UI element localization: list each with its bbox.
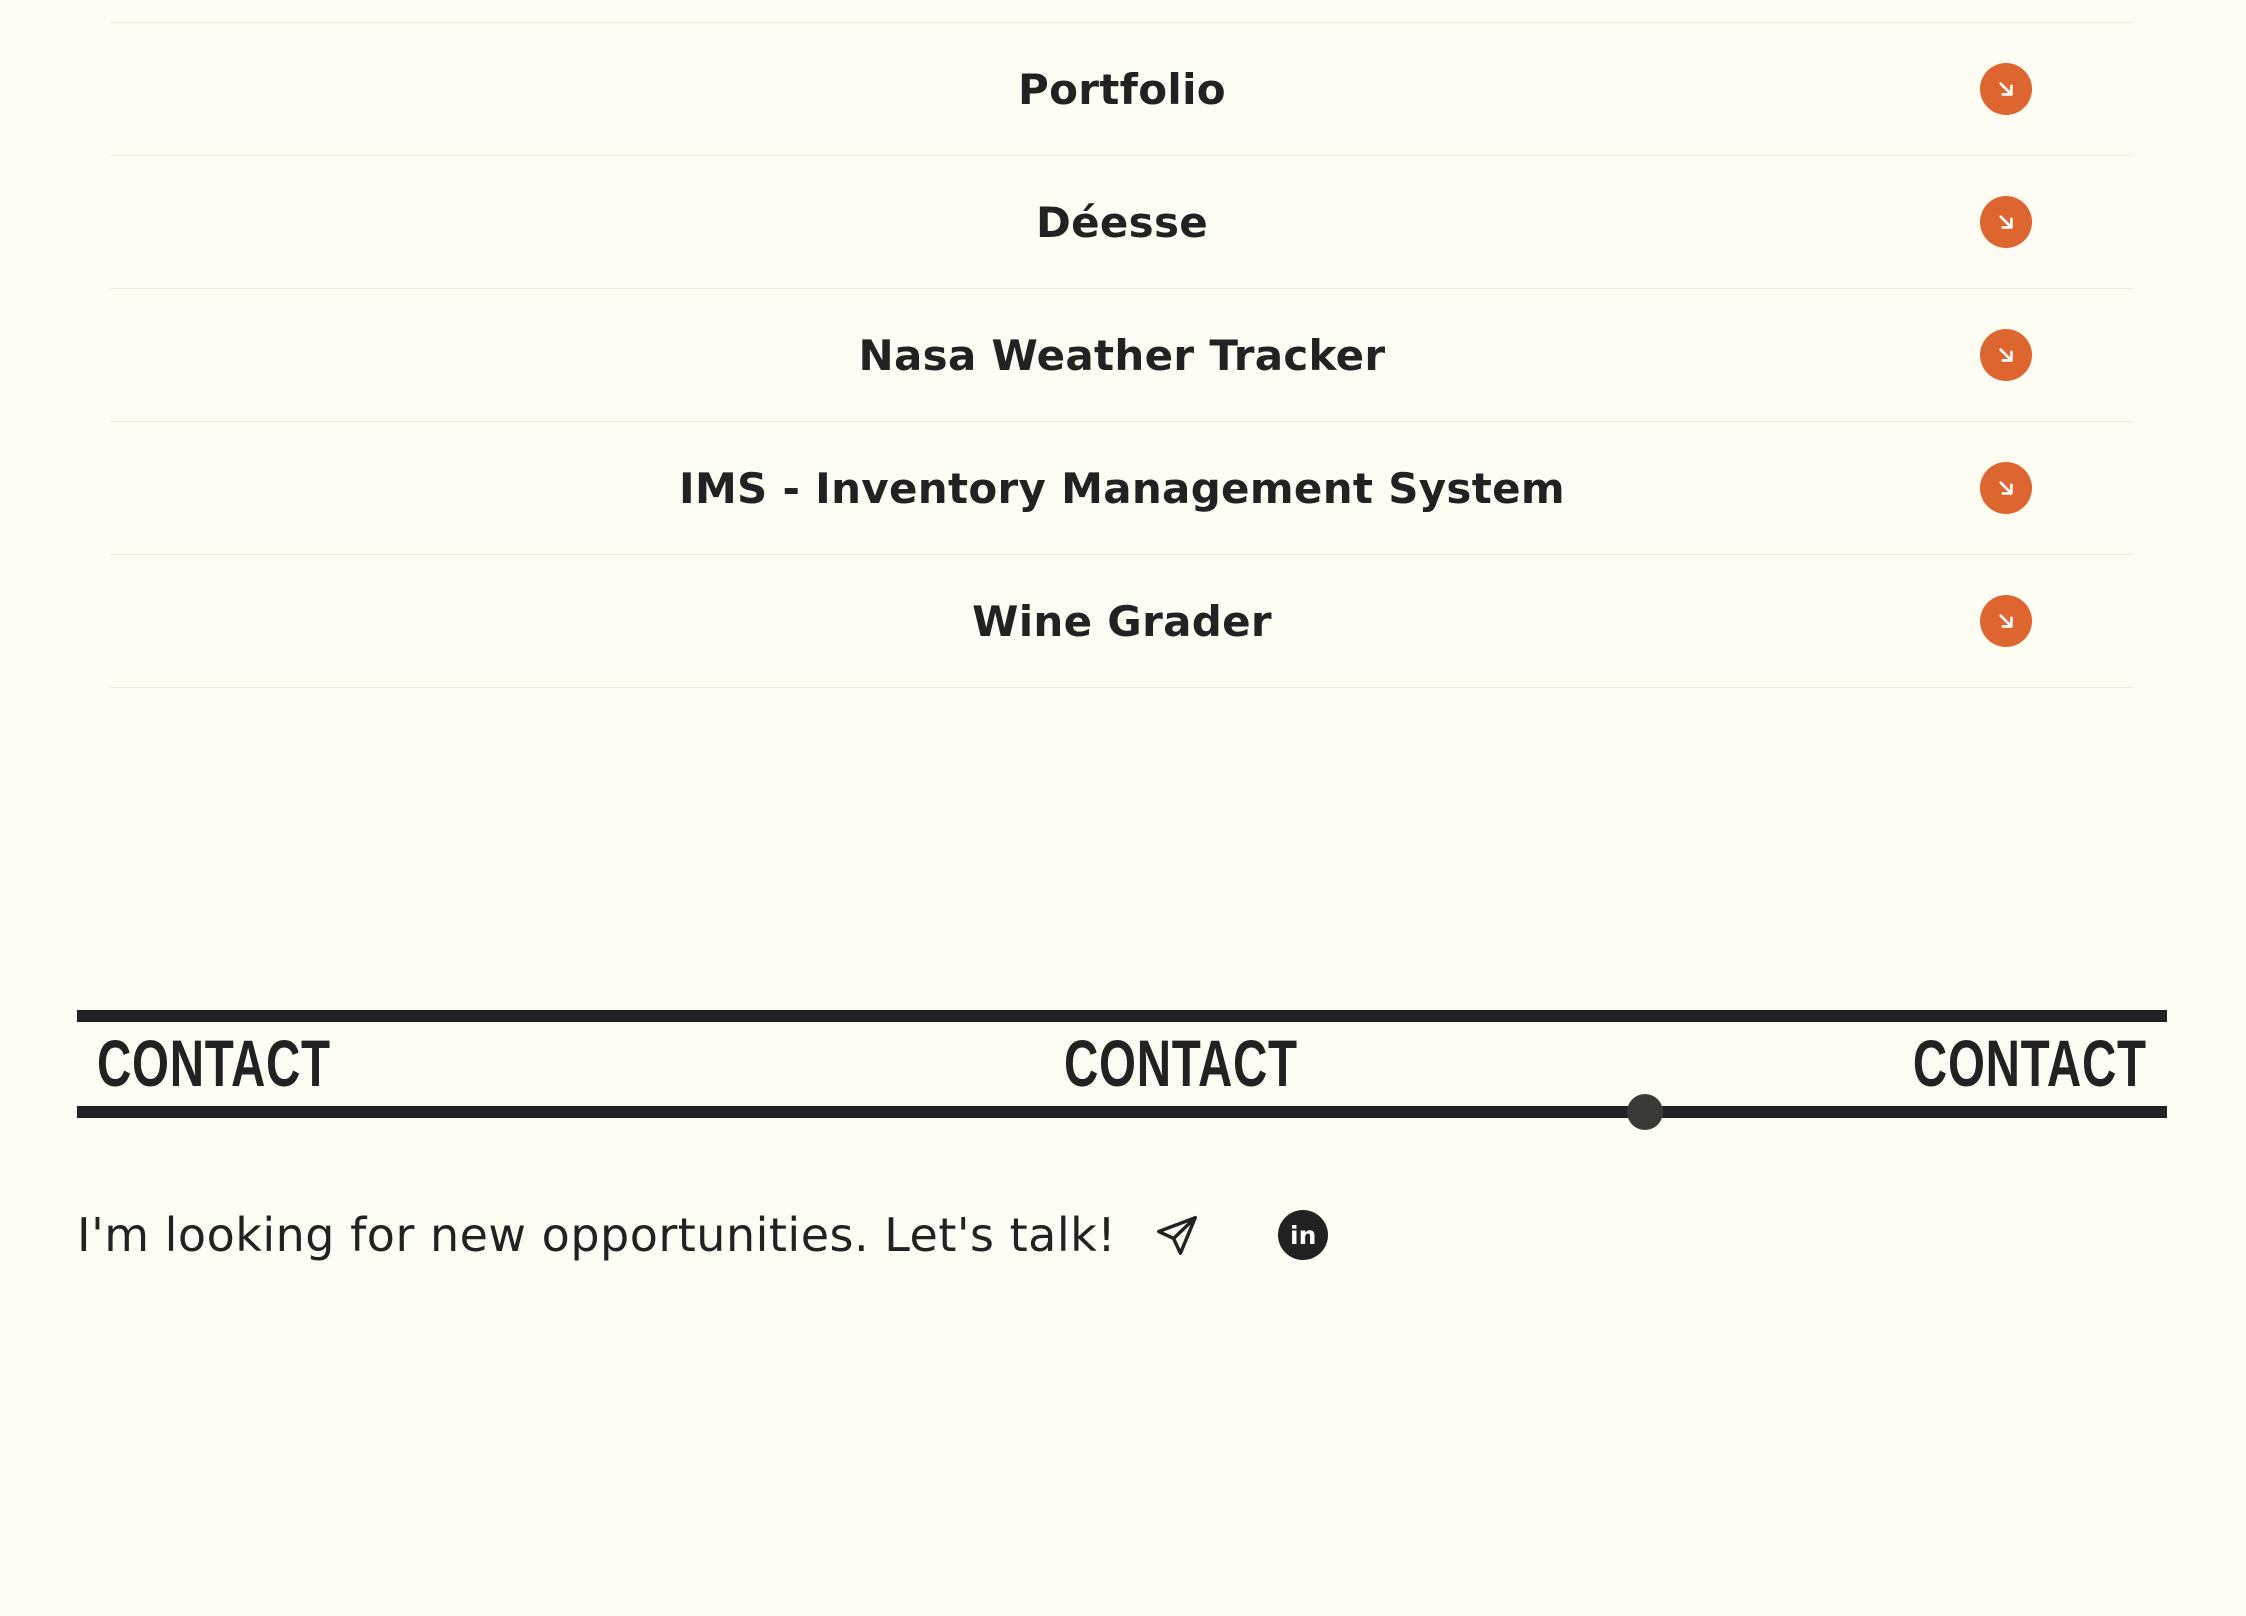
arrow-down-right-icon[interactable] bbox=[1980, 462, 2032, 514]
contact-message: I'm looking for new opportunities. Let's… bbox=[77, 1208, 1117, 1262]
arrow-down-right-icon[interactable] bbox=[1980, 63, 2032, 115]
contact-row: I'm looking for new opportunities. Let's… bbox=[77, 1200, 1329, 1270]
project-title: Déesse bbox=[1035, 197, 1209, 247]
linkedin-icon[interactable]: in bbox=[1278, 1210, 1329, 1260]
marquee-handle[interactable] bbox=[1627, 1094, 1663, 1130]
paper-plane-icon[interactable] bbox=[1152, 1210, 1202, 1260]
project-list: Portfolio Déesse Nasa Weather Tracker IM… bbox=[111, 22, 2133, 688]
arrow-down-right-icon[interactable] bbox=[1980, 196, 2032, 248]
marquee-top-rule bbox=[77, 1010, 2167, 1022]
project-title: IMS - Inventory Management System bbox=[679, 463, 1565, 513]
project-title: Nasa Weather Tracker bbox=[858, 330, 1386, 380]
arrow-down-right-icon[interactable] bbox=[1980, 329, 2032, 381]
arrow-down-right-icon[interactable] bbox=[1980, 595, 2032, 647]
project-row-portfolio[interactable]: Portfolio bbox=[111, 23, 2133, 156]
project-title: Wine Grader bbox=[972, 596, 1272, 646]
project-title: Portfolio bbox=[1018, 64, 1226, 114]
marquee-word: CONTACT bbox=[1064, 1026, 1298, 1100]
marquee-bottom-rule bbox=[77, 1106, 2167, 1118]
marquee-word: CONTACT bbox=[97, 1026, 331, 1100]
project-row-nasa-weather-tracker[interactable]: Nasa Weather Tracker bbox=[111, 289, 2133, 422]
project-row-ims[interactable]: IMS - Inventory Management System bbox=[111, 422, 2133, 555]
marquee-word: CONTACT bbox=[1913, 1026, 2147, 1100]
project-row-wine-grader[interactable]: Wine Grader bbox=[111, 555, 2133, 688]
project-row-deesse[interactable]: Déesse bbox=[111, 156, 2133, 289]
contact-marquee: CONTACT CONTACT CONTACT bbox=[77, 1010, 2167, 1130]
